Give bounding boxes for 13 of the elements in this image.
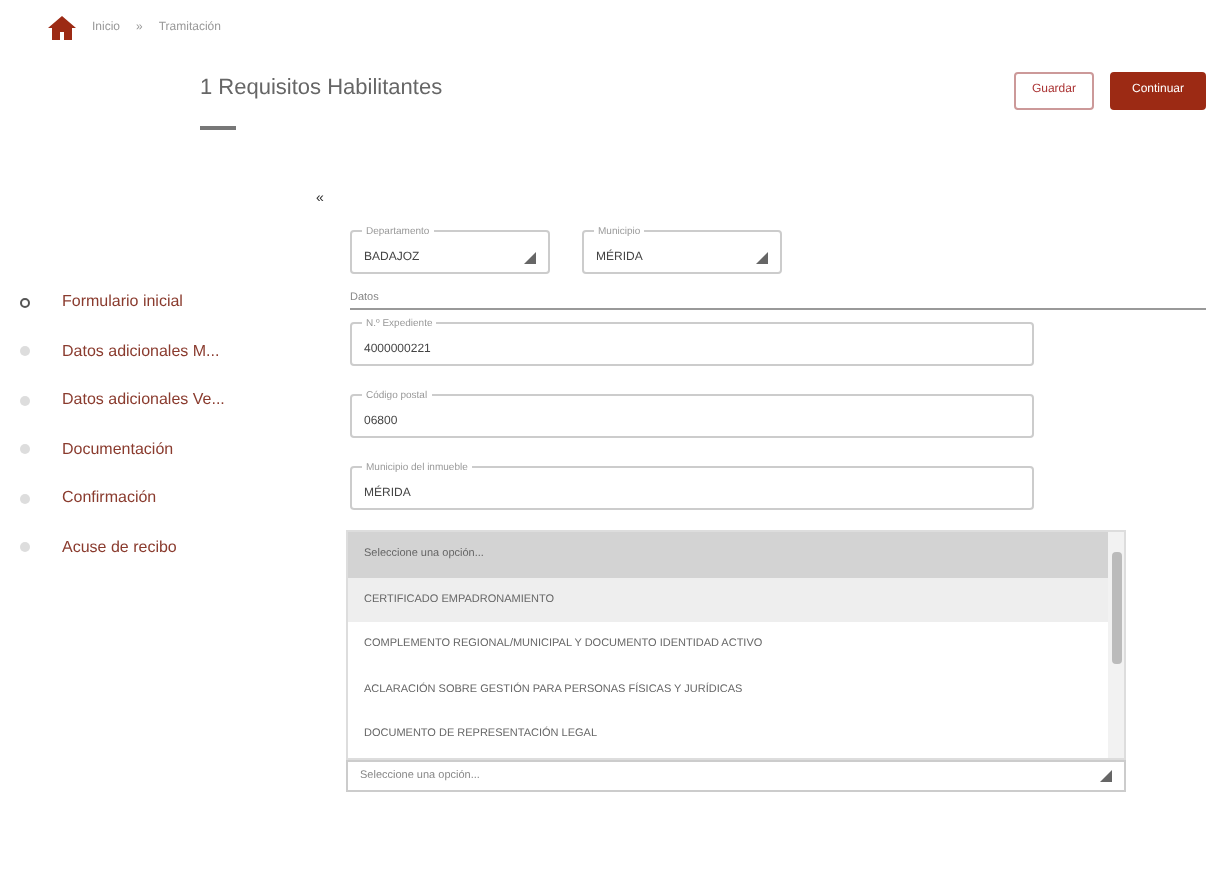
step-label[interactable]: Acuse de recibo (62, 535, 177, 560)
step-label[interactable]: Documentación (62, 437, 174, 462)
home-icon[interactable] (48, 16, 76, 40)
caret-icon (524, 252, 536, 264)
step-label[interactable]: Datos adicionales Ve... (62, 388, 225, 413)
caret-icon (1100, 769, 1112, 782)
scrollbar[interactable] (1108, 532, 1124, 758)
step-label[interactable]: Confirmación (62, 486, 157, 511)
caret-icon (756, 252, 768, 264)
page-title: 1 Requisitos Habilitantes (200, 74, 443, 104)
step-label[interactable]: Datos adicionales M... (62, 339, 220, 364)
step-label[interactable]: Formulario inicial (62, 290, 183, 315)
title-underline (200, 125, 236, 129)
